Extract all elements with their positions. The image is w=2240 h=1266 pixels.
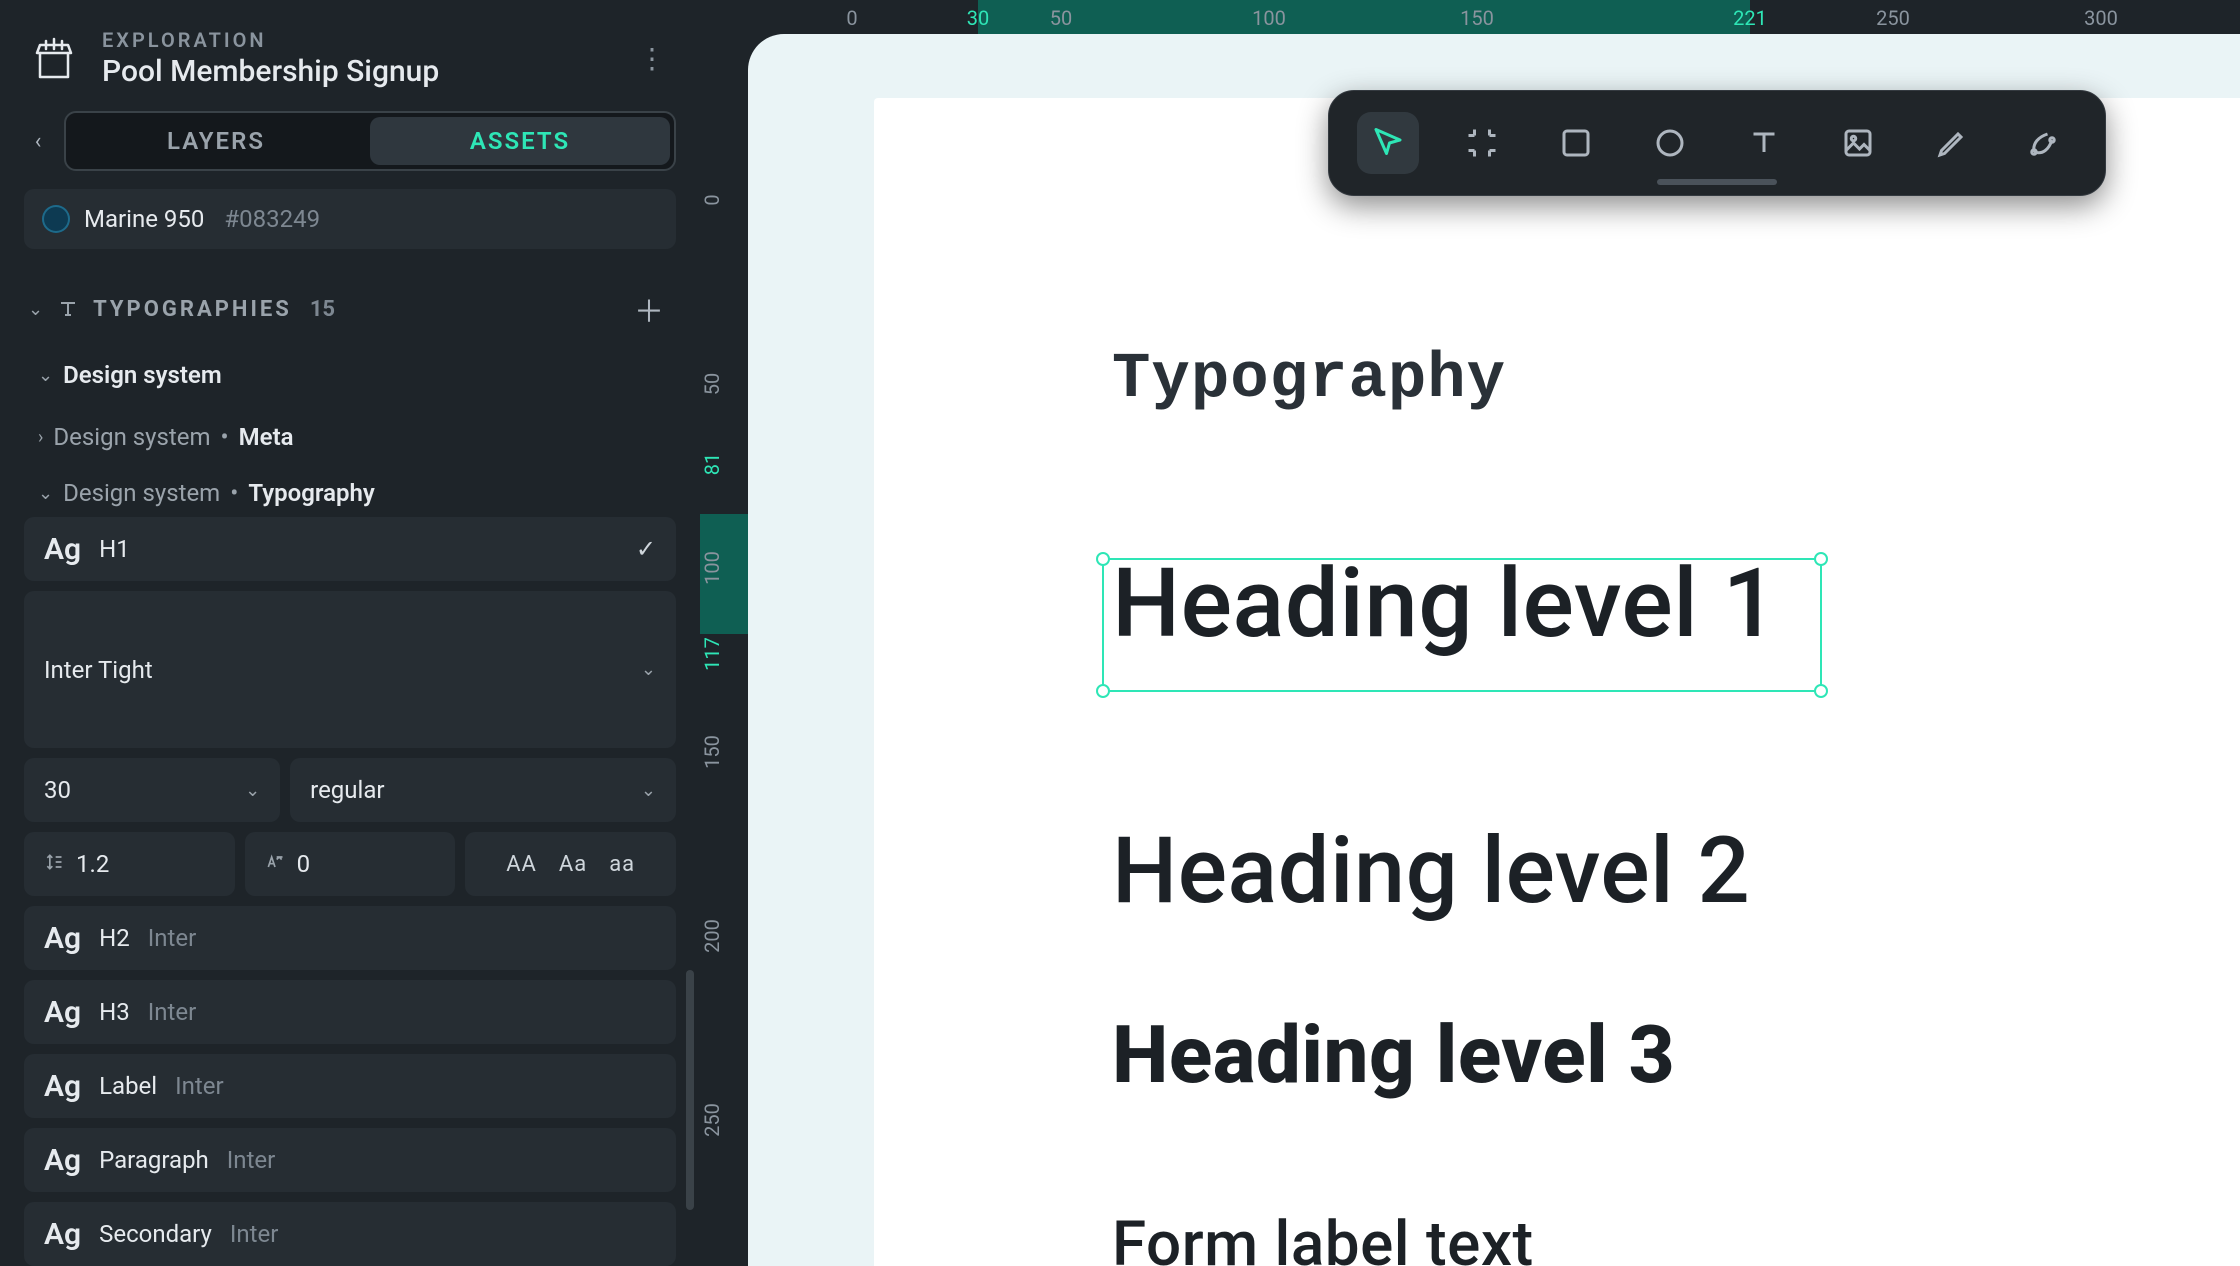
tab-layers[interactable]: LAYERS (66, 113, 366, 169)
ruler-v-tick: 200 (700, 919, 748, 953)
ruler-h-tick: 30 (967, 6, 989, 30)
type-sample-icon: Ag (44, 532, 81, 567)
check-icon: ✓ (636, 535, 656, 563)
project-header: EXPLORATION Pool Membership Signup ⋮ (24, 20, 676, 111)
font-weight-select[interactable]: regular ⌄ (290, 758, 676, 822)
ruler-v-tick: 117 (700, 637, 748, 671)
chevron-down-icon: ⌄ (641, 780, 656, 801)
left-sidebar: EXPLORATION Pool Membership Signup ⋮ ‹ L… (0, 0, 700, 1266)
tool-pen[interactable] (2015, 112, 2077, 174)
font-family-select[interactable]: Inter Tight ⌄ (24, 591, 676, 748)
ruler-v-tick: 150 (700, 735, 748, 769)
type-style-secondary[interactable]: AgSecondaryInter (24, 1202, 676, 1266)
tool-text[interactable] (1733, 112, 1795, 174)
tool-cursor[interactable] (1357, 112, 1419, 174)
type-style-paragraph[interactable]: AgParagraphInter (24, 1128, 676, 1192)
ruler-h-tick: 300 (2084, 6, 2118, 30)
type-style-h2[interactable]: AgH2Inter (24, 906, 676, 970)
ruler-v-tick: 0 (700, 194, 748, 205)
chevron-down-icon: ⌄ (245, 780, 260, 801)
chevron-down-icon: ⌄ (38, 483, 53, 504)
case-lowercase-button[interactable]: aa (609, 852, 635, 877)
tab-assets[interactable]: ASSETS (370, 117, 670, 165)
ruler-v-tick: 81 (700, 453, 748, 475)
ruler-h-tick: 50 (1050, 6, 1072, 30)
case-uppercase-button[interactable]: AA (506, 852, 537, 877)
group-meta[interactable]: › Design system • Meta (24, 423, 676, 451)
horizontal-ruler[interactable]: 03050100150221250300350 (748, 0, 2240, 34)
chevron-down-icon: ⌄ (38, 365, 53, 386)
type-sample-icon: Ag (44, 921, 81, 956)
typography-icon (55, 296, 81, 322)
ruler-h-tick: 150 (1460, 6, 1494, 30)
text-case-options: AA Aa aa (465, 832, 676, 896)
type-style-h1[interactable]: Ag H1 ✓ (24, 517, 676, 581)
ruler-h-tick: 250 (1876, 6, 1910, 30)
canvas-viewport[interactable]: Typography Typography Heading level 1 He… (748, 34, 2240, 1266)
ruler-v-tick: 100 (700, 551, 748, 585)
tool-image[interactable] (1827, 112, 1889, 174)
selection-handle-tr[interactable] (1814, 552, 1828, 566)
project-kicker: EXPLORATION (102, 28, 610, 52)
sample-heading-3[interactable]: Heading level 3 (1112, 1008, 1675, 1102)
artboard-title[interactable]: Typography (1112, 344, 1506, 416)
ruler-v-tick: 250 (700, 1103, 748, 1137)
type-style-label[interactable]: AgLabelInter (24, 1054, 676, 1118)
selection-handle-bl[interactable] (1096, 684, 1110, 698)
color-hex: #083249 (224, 205, 320, 233)
project-menu-button[interactable]: ⋮ (632, 39, 672, 79)
panel-tab-switch: LAYERS ASSETS (64, 111, 676, 171)
selection-box[interactable] (1102, 558, 1822, 692)
canvas-area: 03050100150221250300350 0508110011715020… (700, 0, 2240, 1266)
color-asset-row[interactable]: Marine 950 #083249 (24, 189, 676, 249)
chevron-right-icon: › (38, 427, 43, 448)
vertical-ruler[interactable]: 0 50 81 100 117 150 200 250 (700, 34, 748, 1266)
type-sample-icon: Ag (44, 1069, 81, 1104)
tool-frame[interactable] (1451, 112, 1513, 174)
tool-ellipse[interactable] (1639, 112, 1701, 174)
chevron-down-icon: ⌄ (641, 659, 656, 680)
section-collapse-toggle[interactable]: ⌄ (28, 299, 43, 320)
tool-rectangle[interactable] (1545, 112, 1607, 174)
section-title: TYPOGRAPHIES (93, 297, 292, 322)
ruler-v-tick: 50 (700, 373, 748, 395)
line-height-input[interactable]: 1.2 (24, 832, 235, 896)
letter-spacing-icon (265, 852, 285, 877)
project-name: Pool Membership Signup (102, 54, 610, 89)
section-count: 15 (310, 297, 335, 322)
ruler-h-selection-range (978, 0, 1750, 34)
type-style-h3[interactable]: AgH3Inter (24, 980, 676, 1044)
ruler-h-tick: 221 (1733, 6, 1767, 30)
line-height-icon (44, 852, 64, 877)
floating-toolbar[interactable] (1328, 90, 2106, 196)
tool-pencil[interactable] (1921, 112, 1983, 174)
color-swatch-icon (42, 205, 70, 233)
ruler-h-tick: 100 (1252, 6, 1286, 30)
case-titlecase-button[interactable]: Aa (559, 852, 587, 877)
type-sample-icon: Ag (44, 1143, 81, 1178)
selection-handle-tl[interactable] (1096, 552, 1110, 566)
ruler-h-tick: 0 (846, 6, 857, 30)
sample-form-label[interactable]: Form label text (1112, 1208, 1534, 1266)
typographies-section-header: ⌄ TYPOGRAPHIES 15 ＋ (24, 283, 676, 335)
panel-back-button[interactable]: ‹ (24, 129, 52, 154)
type-sample-icon: Ag (44, 1217, 81, 1252)
add-typography-button[interactable]: ＋ (626, 283, 672, 335)
font-size-select[interactable]: 30 ⌄ (24, 758, 280, 822)
group-typography[interactable]: ⌄ Design system • Typography (24, 479, 676, 507)
selection-handle-br[interactable] (1814, 684, 1828, 698)
sample-heading-2[interactable]: Heading level 2 (1112, 818, 1750, 925)
color-name: Marine 950 (84, 205, 204, 233)
toolbar-drag-handle[interactable] (1657, 179, 1777, 185)
artboard[interactable]: Typography Heading level 1 Heading level… (874, 98, 2240, 1266)
group-design-system[interactable]: ⌄ Design system (24, 361, 676, 389)
letter-spacing-input[interactable]: 0 (245, 832, 456, 896)
type-sample-icon: Ag (44, 995, 81, 1030)
project-logo-icon (28, 33, 80, 85)
